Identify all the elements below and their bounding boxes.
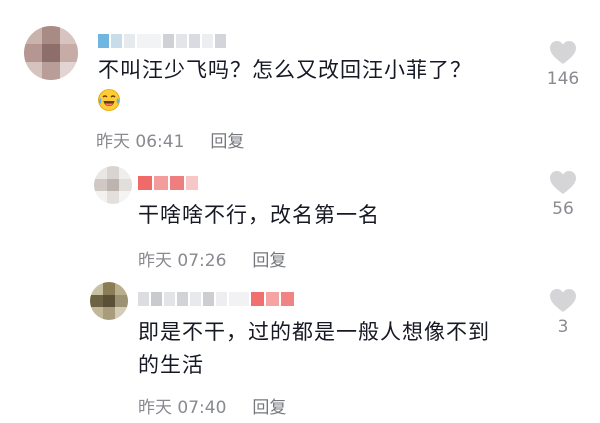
username-blurred[interactable] — [98, 34, 226, 48]
timestamp: 昨天 07:26 — [138, 251, 227, 271]
face-with-tears-of-joy-icon — [98, 89, 120, 111]
comment-text-line-1: 即是不干，过的都是一般人想像不到 — [138, 320, 490, 344]
avatar[interactable] — [90, 282, 128, 320]
comment-text: 干啥啥不行，改名第一名 — [138, 203, 380, 227]
comment-text-line-2: 的生活 — [138, 353, 204, 377]
comment-meta: 昨天 07:40 回复 — [138, 393, 286, 418]
reply-button[interactable]: 回复 — [252, 246, 286, 271]
heart-icon — [550, 289, 576, 312]
heart-icon — [550, 171, 576, 194]
like-button[interactable]: 146 — [533, 40, 593, 89]
like-count: 3 — [557, 317, 569, 337]
like-count: 146 — [546, 69, 580, 89]
like-button[interactable]: 56 — [533, 170, 593, 219]
avatar[interactable] — [94, 166, 132, 204]
comment-meta: 昨天 06:41 回复 — [96, 127, 244, 152]
username-blurred[interactable] — [138, 176, 198, 190]
avatar[interactable] — [24, 26, 78, 80]
comment-text: 不叫汪少飞吗？怎么又改回汪小菲了？ — [98, 58, 472, 82]
like-count: 56 — [552, 199, 574, 219]
timestamp: 昨天 06:41 — [96, 132, 185, 152]
timestamp: 昨天 07:40 — [138, 398, 227, 418]
reply-button[interactable]: 回复 — [252, 393, 286, 418]
like-button[interactable]: 3 — [533, 288, 593, 337]
heart-icon — [550, 41, 576, 64]
username-blurred[interactable] — [138, 292, 294, 306]
comment-meta: 昨天 07:26 回复 — [138, 246, 286, 271]
reply-button[interactable]: 回复 — [210, 127, 244, 152]
